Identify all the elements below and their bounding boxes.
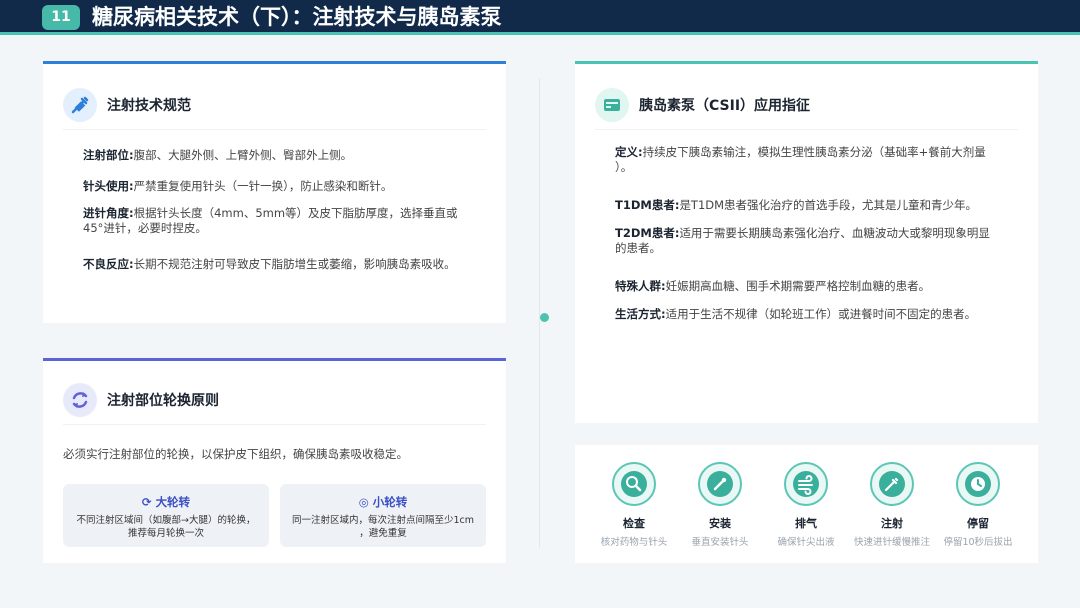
wind-icon [784, 462, 828, 506]
cycle-icon: ⟳ [141, 495, 156, 509]
info-item: 不良反应:长期不规范注射可导致皮下脂肪增生或萎缩，影响胰岛素吸收。 [83, 257, 493, 272]
card-title: 胰岛素泵（CSII）应用指征 [639, 98, 811, 114]
divider-dot [540, 313, 549, 322]
info-item: 特殊人群:妊娠期高血糖、围手术期需要严格控制血糖的患者。 [615, 279, 1030, 294]
step-inject: 注射 快速进针缓慢推注 [847, 462, 937, 548]
vertical-divider [539, 78, 540, 548]
info-item: T2DM患者:适用于需要长期胰岛素强化治疗、血糖波动大或黎明现象明显的患者。 [615, 226, 1030, 256]
info-text: 腹部、大腿外侧、上臂外侧、臀部外上侧。 [133, 148, 353, 162]
info-item: 定义:持续皮下胰岛素输注，模拟生理性胰岛素分泌（基础率+餐前大剂量 ）。 [615, 145, 1030, 175]
step-check: 检查 核对药物与针头 [589, 462, 679, 548]
info-item: T1DM患者:是T1DM患者强化治疗的首选手段，尤其是儿童和青少年。 [615, 198, 1030, 213]
small-rotation-box: ◎ 小轮转 同一注射区域内，每次注射点间隔至少1cm ，避免重复 [280, 484, 486, 547]
step-desc: 垂直安装针头 [691, 537, 749, 548]
info-text: 持续皮下胰岛素输注，模拟生理性胰岛素分泌（基础率+餐前大剂量 [642, 145, 986, 159]
step-label: 注射 [881, 517, 903, 530]
info-text: 是T1DM患者强化治疗的首选手段，尤其是儿童和青少年。 [679, 198, 978, 212]
info-text: 适用于生活不规律（如轮班工作）或进餐时间不固定的患者。 [665, 307, 977, 321]
brush-icon [698, 462, 742, 506]
info-label: 针头使用: [83, 179, 134, 193]
small-rotation-desc: 同一注射区域内，每次注射点间隔至少1cm ，避免重复 [291, 515, 475, 539]
step-desc: 核对药物与针头 [600, 537, 668, 548]
slide-number-badge: 11 [42, 5, 80, 30]
big-rotation-title: ⟳ 大轮转 [141, 495, 191, 509]
info-item: 进针角度:根据针头长度（4mm、5mm等）及皮下脂肪厚度，选择垂直或 45°进针，… [83, 206, 493, 236]
info-item: 注射部位:腹部、大腿外侧、上臂外侧、臀部外上侧。 [83, 148, 493, 163]
step-desc: 快速进针缓慢推注 [853, 537, 930, 548]
info-text: 根据针头长度（4mm、5mm等）及皮下脂肪厚度，选择垂直或 [133, 206, 458, 220]
card-header: 注射技术规范 [63, 86, 486, 130]
rotation-intro: 必须实行注射部位的轮换，以保护皮下组织，确保胰岛素吸收稳定。 [63, 447, 408, 461]
info-text: 长期不规范注射可导致皮下脂肪增生或萎缩，影响胰岛素吸收。 [133, 257, 456, 271]
step-label: 排气 [795, 517, 817, 530]
step-label: 安装 [709, 517, 731, 530]
clock-icon [956, 462, 1000, 506]
big-rotation-box: ⟳ 大轮转 不同注射区域间（如腹部→大腿）的轮换， 推荐每月轮换一次 [63, 484, 269, 547]
step-hold: 停留 停留10秒后拔出 [933, 462, 1023, 548]
refresh-icon [63, 383, 97, 417]
injection-spec-card: 注射技术规范 注射部位:腹部、大腿外侧、上臂外侧、臀部外上侧。 针头使用:严禁重… [43, 61, 506, 323]
page-title: 糖尿病相关技术（下）：注射技术与胰岛素泵 [92, 5, 502, 29]
info-text-continued: 45°进针，必要时捏皮。 [83, 221, 207, 235]
info-label: 定义: [615, 145, 643, 159]
info-label: 生活方式: [615, 307, 666, 321]
info-text: 严禁重复使用针头（一针一换），防止感染和断针。 [133, 179, 393, 193]
info-text-continued: 的患者。 [615, 241, 661, 255]
info-item: 生活方式:适用于生活不规律（如轮班工作）或进餐时间不固定的患者。 [615, 307, 1030, 322]
big-rotation-desc: 不同注射区域间（如腹部→大腿）的轮换， 推荐每月轮换一次 [76, 515, 256, 539]
card-header: 注射部位轮换原则 [63, 381, 486, 425]
magnifier-icon [612, 462, 656, 506]
info-label: 注射部位: [83, 148, 134, 162]
info-label: 不良反应: [83, 257, 134, 271]
info-text-continued: ）。 [615, 160, 633, 174]
card-title: 注射部位轮换原则 [107, 393, 219, 409]
syringe-icon [63, 88, 97, 122]
card-header: 胰岛素泵（CSII）应用指征 [595, 86, 1018, 130]
target-icon: ◎ [358, 495, 373, 509]
card-title: 注射技术规范 [107, 98, 191, 114]
step-label: 检查 [623, 517, 645, 530]
small-rotation-title: ◎ 小轮转 [358, 495, 408, 509]
step-desc: 确保针尖出液 [777, 537, 835, 548]
info-label: T1DM患者: [615, 198, 680, 212]
info-text: 适用于需要长期胰岛素强化治疗、血糖波动大或黎明现象明显 [679, 226, 990, 240]
step-prime: 排气 确保针尖出液 [761, 462, 851, 548]
info-label: 进针角度: [83, 206, 134, 220]
insulin-pump-card: 胰岛素泵（CSII）应用指征 定义:持续皮下胰岛素输注，模拟生理性胰岛素分泌（基… [575, 61, 1038, 423]
step-install: 安装 垂直安装针头 [675, 462, 765, 548]
info-item: 针头使用:严禁重复使用针头（一针一换），防止感染和断针。 [83, 179, 493, 194]
info-label: 特殊人群: [615, 279, 666, 293]
info-label: T2DM患者: [615, 226, 680, 240]
syringe-icon [870, 462, 914, 506]
rotation-card: 注射部位轮换原则 必须实行注射部位的轮换，以保护皮下组织，确保胰岛素吸收稳定。 … [43, 358, 506, 563]
pump-icon [595, 88, 629, 122]
step-desc: 停留10秒后拔出 [943, 537, 1013, 548]
title-bar: 11 糖尿病相关技术（下）：注射技术与胰岛素泵 [0, 0, 1080, 35]
step-label: 停留 [967, 517, 989, 530]
info-text: 妊娠期高血糖、围手术期需要严格控制血糖的患者。 [665, 279, 931, 293]
